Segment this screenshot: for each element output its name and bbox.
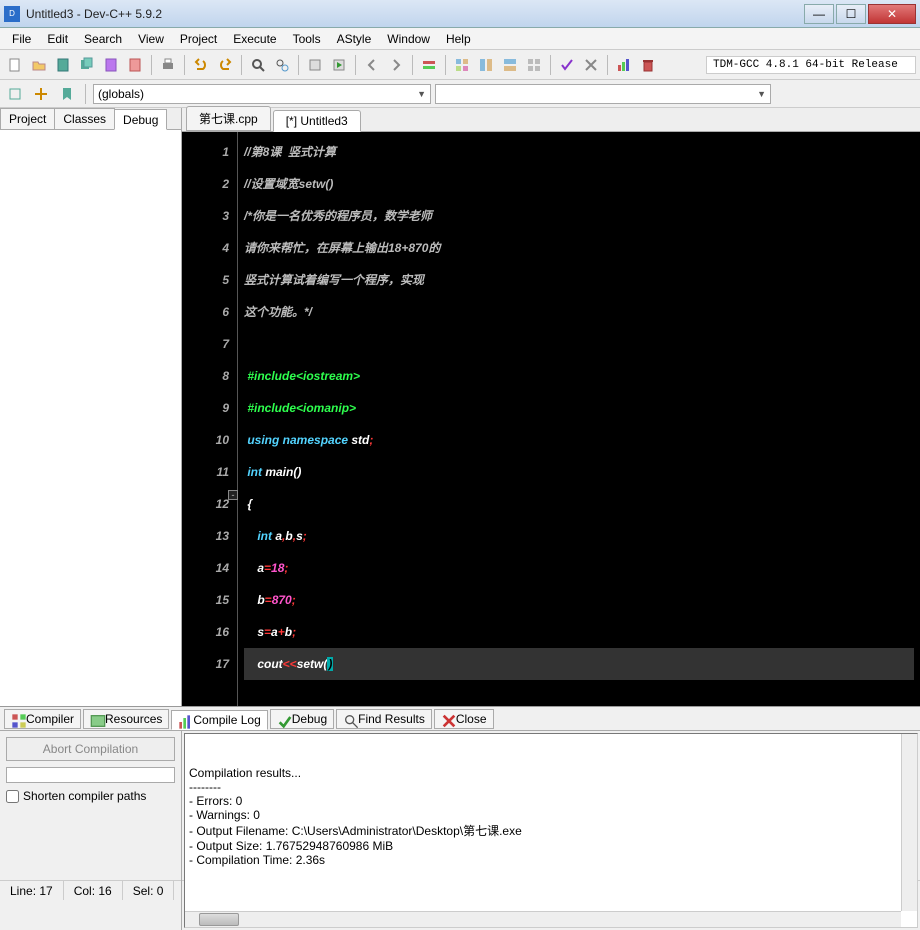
close-icon [441,713,453,725]
new-class-icon[interactable] [4,83,26,105]
bottom-tab-label: Find Results [358,712,425,726]
secondary-toolbar: (globals)▼ ▼ [0,80,920,108]
bottom-panel: Compiler Resources Compile Log Debug Find Re… [0,706,920,880]
fold-marker-icon[interactable]: - [228,490,238,500]
menu-tools[interactable]: Tools [285,30,329,48]
open-icon[interactable] [28,54,50,76]
member-combo[interactable]: ▼ [435,84,771,104]
menu-help[interactable]: Help [438,30,479,48]
check-icon[interactable] [556,54,578,76]
line-gutter: 1234567891011121314151617 [182,132,238,706]
bottom-tab-label: Compile Log [193,713,260,727]
grid1-icon[interactable] [451,54,473,76]
forward-icon[interactable] [385,54,407,76]
chart-icon[interactable] [613,54,635,76]
menu-file[interactable]: File [4,30,39,48]
compiler-selector[interactable]: TDM-GCC 4.8.1 64-bit Release [706,56,916,74]
bottom-tab-compile-log[interactable]: Compile Log [171,710,267,730]
menu-edit[interactable]: Edit [39,30,76,48]
menu-view[interactable]: View [130,30,172,48]
compile-side-panel: Abort Compilation Shorten compiler paths [0,731,182,930]
bookmark-icon[interactable] [56,83,78,105]
file-tabs: 第七课.cpp[*] Untitled3 [182,108,920,132]
run-icon[interactable] [328,54,350,76]
window-title: Untitled3 - Dev-C++ 5.9.2 [26,7,804,21]
file-tab[interactable]: [*] Untitled3 [273,110,361,132]
scope-combo[interactable]: (globals)▼ [93,84,431,104]
find-icon[interactable] [247,54,269,76]
shorten-paths-checkbox[interactable]: Shorten compiler paths [6,789,175,803]
back-icon[interactable] [361,54,383,76]
maximize-button[interactable]: ☐ [836,4,866,24]
status-sel: Sel: 0 [123,881,175,900]
code-editor[interactable]: 1234567891011121314151617 //第8课 竖式计算//设置… [182,132,920,706]
grid2-icon[interactable] [475,54,497,76]
bottom-tab-label: Close [456,712,487,726]
left-panel: ProjectClassesDebug [0,108,182,706]
vertical-scrollbar[interactable] [901,734,917,911]
menu-search[interactable]: Search [76,30,130,48]
debug-icon [277,713,289,725]
bottom-tab-debug[interactable]: Debug [270,709,334,729]
compile-log-output[interactable]: Compilation results... -------- - Errors… [184,733,918,928]
grid4-icon[interactable] [523,54,545,76]
replace-icon[interactable] [271,54,293,76]
insert-icon[interactable] [30,83,52,105]
compile-icon[interactable] [304,54,326,76]
left-tab-debug[interactable]: Debug [114,109,167,130]
bottom-tab-close[interactable]: Close [434,709,494,729]
menu-execute[interactable]: Execute [225,30,284,48]
undo-icon[interactable] [190,54,212,76]
left-tab-project[interactable]: Project [0,108,55,129]
code-lines[interactable]: //第8课 竖式计算//设置域宽setw()/*你是一名优秀的程序员，数学老师请… [238,132,920,706]
redo-icon[interactable] [214,54,236,76]
bottom-tab-resources[interactable]: Resources [83,709,169,729]
titlebar: D Untitled3 - Dev-C++ 5.9.2 — ☐ ✕ [0,0,920,28]
goto-icon[interactable] [418,54,440,76]
save-all-icon[interactable] [76,54,98,76]
save-icon[interactable] [52,54,74,76]
print-icon[interactable] [157,54,179,76]
menu-astyle[interactable]: AStyle [329,30,380,48]
cancel-icon[interactable] [580,54,602,76]
menu-window[interactable]: Window [379,30,438,48]
left-panel-tabs: ProjectClassesDebug [0,108,181,130]
new-file-icon[interactable] [4,54,26,76]
bottom-tab-label: Debug [292,712,327,726]
status-line: Line: 17 [0,881,64,900]
left-panel-body [0,130,181,706]
shorten-paths-label: Shorten compiler paths [23,789,146,803]
main-toolbar: TDM-GCC 4.8.1 64-bit Release [0,50,920,80]
abort-compilation-button[interactable]: Abort Compilation [6,737,175,761]
menubar: FileEditSearchViewProjectExecuteToolsASt… [0,28,920,50]
bottom-tabs: Compiler Resources Compile Log Debug Find Re… [0,707,920,731]
compile-progress [6,767,175,783]
bottom-tab-label: Compiler [26,712,74,726]
close-file-icon[interactable] [124,54,146,76]
delete-icon[interactable] [637,54,659,76]
log-icon [178,714,190,726]
close-button[interactable]: ✕ [868,4,916,24]
resources-icon [90,713,102,725]
compile-log-text: Compilation results... -------- - Errors… [189,766,913,867]
bottom-tab-find-results[interactable]: Find Results [336,709,432,729]
bottom-tab-compiler[interactable]: Compiler [4,709,81,729]
compiler-icon [11,713,23,725]
status-col: Col: 16 [64,881,123,900]
scope-combo-value: (globals) [98,87,144,101]
bottom-tab-label: Resources [105,712,162,726]
minimize-button[interactable]: — [804,4,834,24]
left-tab-classes[interactable]: Classes [54,108,115,129]
scrollbar-thumb[interactable] [199,913,239,926]
file-tab[interactable]: 第七课.cpp [186,106,271,131]
horizontal-scrollbar[interactable] [185,911,901,927]
app-icon: D [4,6,20,22]
save-as-icon[interactable] [100,54,122,76]
menu-project[interactable]: Project [172,30,225,48]
grid3-icon[interactable] [499,54,521,76]
find-icon [343,713,355,725]
